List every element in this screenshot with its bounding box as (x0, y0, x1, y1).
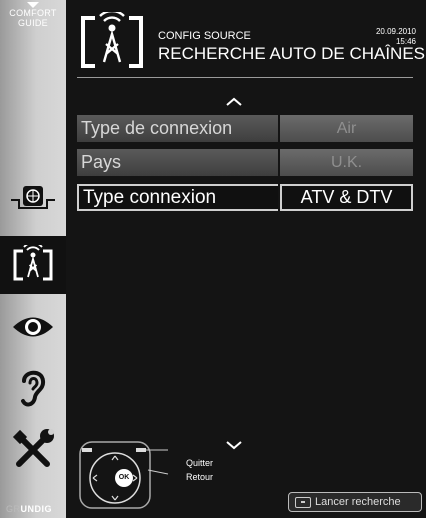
page-subtitle: CONFIG SOURCE (158, 30, 251, 42)
setting-label: Type de connexion (77, 115, 278, 142)
sidebar-item-globe[interactable] (0, 182, 66, 212)
header-icon (77, 9, 147, 77)
setting-row-connection-type[interactable]: Type de connexion Air (77, 115, 413, 142)
setting-row-signal-type[interactable]: Type connexion ATV & DTV (77, 184, 413, 211)
remote-control-legend: OK Quitter Retour (78, 440, 218, 512)
start-search-label: Lancer recherche (315, 496, 401, 508)
chevron-down-icon[interactable] (226, 441, 242, 450)
sidebar-item-sound[interactable] (0, 362, 66, 412)
ok-button-icon: OK (115, 469, 133, 487)
antenna-setup-icon (13, 245, 53, 281)
divider (77, 77, 413, 78)
setting-value: Air (280, 115, 413, 142)
tools-icon (12, 429, 54, 467)
time-text: 15:46 (395, 37, 416, 46)
globe-icon (11, 186, 55, 209)
brand-logo: GRUNDIG (6, 504, 52, 514)
page-title: RECHERCHE AUTO DE CHAÎNES (158, 44, 426, 63)
legend-quit: Quitter (186, 458, 214, 468)
antenna-setup-icon (81, 9, 143, 68)
setting-value: U.K. (280, 149, 413, 176)
setting-label: Pays (77, 149, 278, 176)
main-panel: CONFIG SOURCE RECHERCHE AUTO DE CHAÎNES … (66, 0, 426, 518)
sidebar-item-picture[interactable] (0, 305, 66, 349)
ear-icon (21, 370, 46, 407)
start-search-button[interactable]: Lancer recherche (288, 492, 422, 512)
sidebar: COMFORT GUIDE GRUNDIG (0, 0, 66, 518)
chevron-up-icon[interactable] (226, 97, 242, 106)
legend-back: Retour (186, 472, 214, 482)
setting-row-country[interactable]: Pays U.K. (77, 149, 413, 176)
red-key-icon (295, 497, 311, 508)
eye-icon (13, 317, 53, 337)
setting-label: Type connexion (77, 184, 278, 211)
date-time: 20.09.2010 15:46 (376, 27, 416, 47)
sidebar-item-source-setup[interactable] (0, 236, 66, 294)
sidebar-item-settings[interactable] (0, 425, 66, 475)
date-text: 20.09.2010 (375, 27, 416, 36)
setting-value: ATV & DTV (280, 184, 413, 211)
comfort-guide-label[interactable]: COMFORT GUIDE (0, 0, 66, 28)
